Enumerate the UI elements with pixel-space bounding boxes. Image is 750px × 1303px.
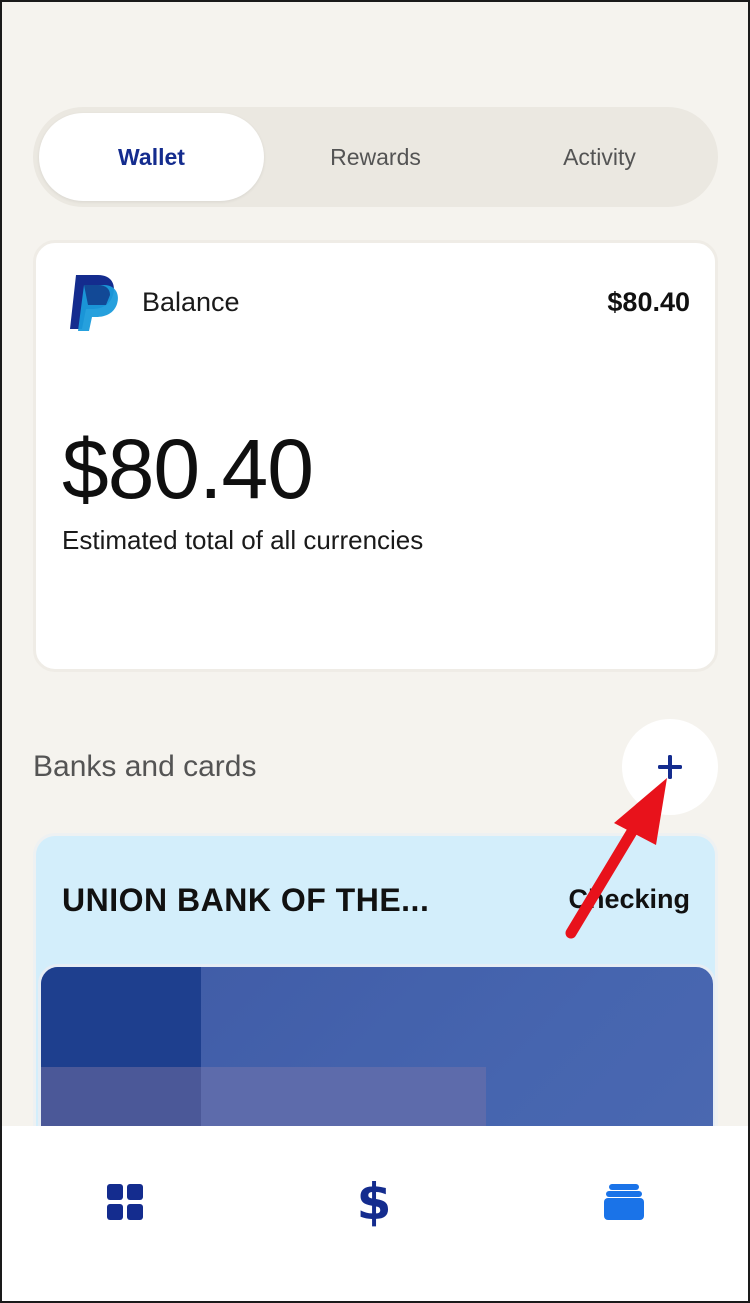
account-type: Checking (568, 884, 690, 914)
bottom-nav: $ (0, 1126, 750, 1303)
dollar-icon: $ (356, 1173, 392, 1231)
balance-amount-large: $80.40 (62, 422, 314, 516)
nav-wallet[interactable] (594, 1172, 654, 1232)
tab-activity[interactable]: Activity (487, 113, 712, 201)
tab-wallet[interactable]: Wallet (39, 113, 264, 201)
card-art-block (41, 967, 201, 1067)
nav-send-request[interactable]: $ (344, 1172, 404, 1232)
balance-label: Balance (142, 287, 240, 317)
balance-card[interactable]: Balance $80.40 $80.40 Estimated total of… (33, 240, 718, 672)
balance-subtitle: Estimated total of all currencies (62, 525, 424, 555)
dashboard-grid-icon (107, 1184, 143, 1220)
plus-icon (658, 755, 682, 779)
paypal-logo (70, 275, 118, 331)
add-bank-button[interactable] (622, 719, 718, 815)
tab-rewards[interactable]: Rewards (263, 113, 488, 201)
wallet-cards-icon (604, 1184, 644, 1220)
segmented-tabs: Wallet Rewards Activity (33, 107, 718, 207)
nav-home[interactable] (95, 1172, 155, 1232)
bank-name: UNION BANK OF THE... (62, 882, 430, 918)
section-title-banks: Banks and cards (33, 750, 257, 783)
balance-amount-small: $80.40 (607, 287, 690, 317)
